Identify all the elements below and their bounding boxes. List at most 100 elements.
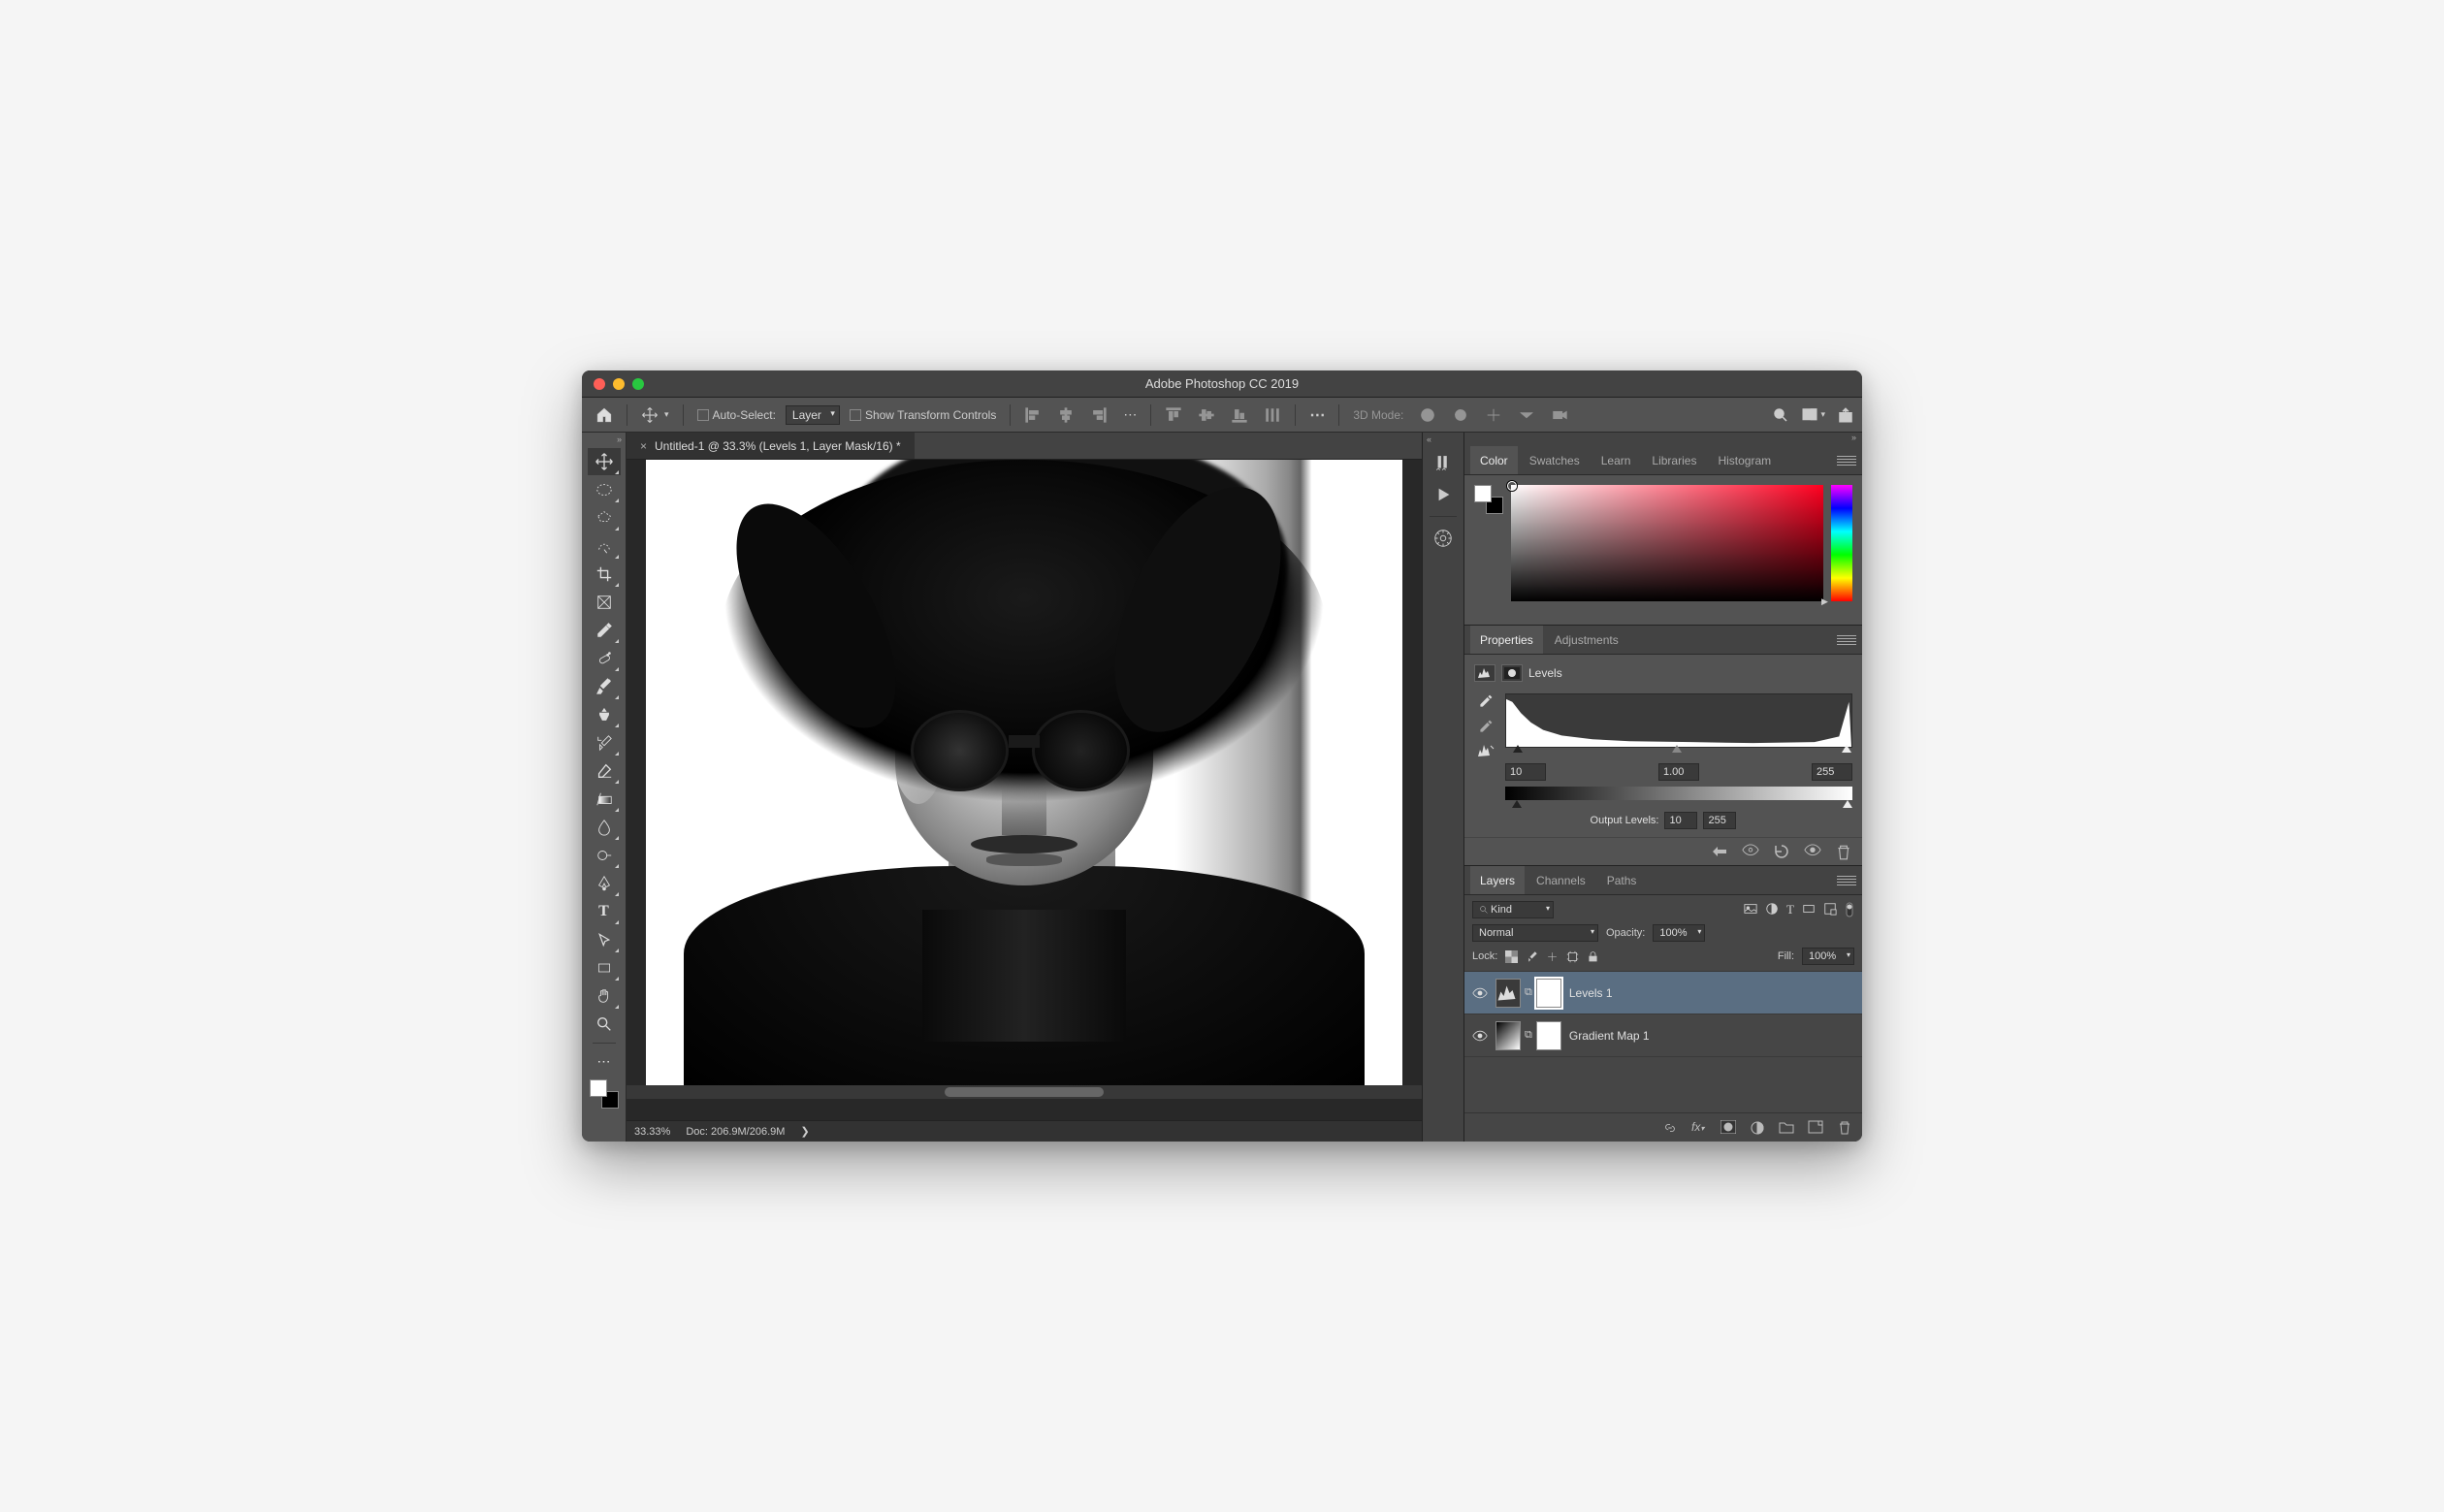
- history-brush-tool[interactable]: [588, 729, 621, 756]
- navigator-wheel-icon[interactable]: [1427, 523, 1460, 554]
- color-panel-menu[interactable]: [1837, 456, 1856, 466]
- output-gradient[interactable]: [1505, 787, 1852, 800]
- play-icon[interactable]: [1427, 479, 1460, 510]
- home-button[interactable]: [590, 406, 619, 424]
- output-white-value[interactable]: 255: [1703, 812, 1736, 829]
- hue-strip[interactable]: [1831, 485, 1852, 601]
- zoom-tool[interactable]: [588, 1011, 621, 1038]
- lasso-tool[interactable]: [588, 504, 621, 531]
- output-black-slider[interactable]: [1512, 800, 1522, 808]
- status-chevron-icon[interactable]: ❯: [800, 1125, 809, 1138]
- quick-select-tool[interactable]: [588, 532, 621, 560]
- auto-select-target[interactable]: Layer: [786, 405, 840, 425]
- 3d-slide-icon[interactable]: [1512, 406, 1541, 424]
- minimize-window[interactable]: [613, 378, 625, 390]
- close-tab-icon[interactable]: ×: [640, 439, 647, 453]
- eraser-tool[interactable]: [588, 757, 621, 785]
- blur-tool[interactable]: [588, 814, 621, 841]
- output-black-value[interactable]: 10: [1664, 812, 1697, 829]
- mid-dock-collapse[interactable]: «: [1423, 434, 1463, 448]
- new-group-icon[interactable]: [1779, 1120, 1794, 1136]
- add-mask-icon[interactable]: [1720, 1120, 1736, 1136]
- show-transform-checkbox[interactable]: Show Transform Controls: [844, 408, 1002, 422]
- dodge-tool[interactable]: [588, 842, 621, 869]
- layer-row[interactable]: ⧉ Levels 1: [1464, 972, 1862, 1014]
- filter-adjustment-icon[interactable]: [1765, 902, 1779, 917]
- horizontal-scrollbar[interactable]: [627, 1085, 1422, 1099]
- tab-channels[interactable]: Channels: [1527, 866, 1595, 894]
- output-white-slider[interactable]: [1843, 800, 1852, 808]
- lock-position-icon[interactable]: [1546, 950, 1559, 963]
- filter-smartobj-icon[interactable]: [1823, 902, 1837, 917]
- input-gamma-value[interactable]: 1.00: [1658, 763, 1699, 781]
- 3d-pan-icon[interactable]: [1479, 406, 1508, 424]
- 3d-camera-icon[interactable]: [1545, 406, 1574, 424]
- lock-image-icon[interactable]: [1526, 950, 1538, 963]
- tab-swatches[interactable]: Swatches: [1520, 446, 1590, 474]
- align-bottom-icon[interactable]: [1225, 406, 1254, 424]
- marquee-tool[interactable]: [588, 476, 621, 503]
- tab-learn[interactable]: Learn: [1592, 446, 1641, 474]
- new-layer-icon[interactable]: [1808, 1120, 1823, 1136]
- mask-link-icon[interactable]: ⧉: [1525, 1029, 1532, 1042]
- layer-name[interactable]: Levels 1: [1569, 986, 1613, 1000]
- mask-link-icon[interactable]: ⧉: [1525, 986, 1532, 999]
- layers-panel-menu[interactable]: [1837, 876, 1856, 885]
- fgbg-swatches[interactable]: [590, 1079, 619, 1109]
- link-layers-icon[interactable]: [1662, 1120, 1678, 1136]
- sample-white-eyedropper-icon[interactable]: [1478, 693, 1494, 709]
- blend-mode-select[interactable]: Normal: [1472, 924, 1598, 942]
- crop-tool[interactable]: [588, 561, 621, 588]
- clip-to-layer-icon[interactable]: [1711, 844, 1728, 859]
- healing-brush-tool[interactable]: [588, 645, 621, 672]
- lock-transparent-icon[interactable]: [1505, 950, 1518, 963]
- histogram[interactable]: [1505, 693, 1852, 748]
- filter-toggle[interactable]: [1845, 902, 1854, 917]
- tools-collapse[interactable]: »: [582, 434, 626, 448]
- distribute-icon[interactable]: [1258, 406, 1287, 424]
- edit-toolbar[interactable]: ⋯: [588, 1047, 621, 1075]
- auto-select-checkbox[interactable]: Auto-Select:: [691, 408, 782, 422]
- filter-pixel-icon[interactable]: [1744, 902, 1757, 917]
- align-more-icon[interactable]: ⋯: [1117, 406, 1142, 423]
- path-select-tool[interactable]: [588, 926, 621, 953]
- adjustment-thumb[interactable]: [1495, 979, 1521, 1008]
- layer-row[interactable]: ⧉ Gradient Map 1: [1464, 1014, 1862, 1057]
- align-left-icon[interactable]: [1018, 406, 1047, 424]
- mask-thumb[interactable]: [1536, 1021, 1561, 1050]
- delete-layer-icon[interactable]: [1837, 1120, 1852, 1136]
- more-options-icon[interactable]: ⋯: [1303, 405, 1331, 425]
- doc-size[interactable]: Doc: 206.9M/206.9M: [686, 1126, 785, 1138]
- tab-paths[interactable]: Paths: [1597, 866, 1647, 894]
- align-top-icon[interactable]: [1159, 406, 1188, 424]
- input-white-slider[interactable]: [1842, 745, 1851, 753]
- document-tab[interactable]: × Untitled-1 @ 33.3% (Levels 1, Layer Ma…: [627, 433, 915, 459]
- rectangle-tool[interactable]: [588, 954, 621, 981]
- tab-layers[interactable]: Layers: [1470, 866, 1525, 894]
- 3d-roll-icon[interactable]: [1446, 406, 1475, 424]
- layer-visibility-icon[interactable]: [1472, 1030, 1488, 1042]
- canvas[interactable]: [646, 460, 1402, 1085]
- adjustment-thumb[interactable]: [1495, 1021, 1521, 1050]
- align-vcenter-icon[interactable]: [1192, 406, 1221, 424]
- workspace-switcher[interactable]: ▾: [1801, 406, 1825, 424]
- layer-name[interactable]: Gradient Map 1: [1569, 1029, 1650, 1043]
- preview-eye-icon[interactable]: [1804, 844, 1821, 859]
- foreground-color-swatch[interactable]: [590, 1079, 607, 1097]
- filter-type-icon[interactable]: T: [1786, 902, 1794, 917]
- move-tool[interactable]: [588, 448, 621, 475]
- right-collapse[interactable]: »: [1464, 433, 1862, 446]
- layer-visibility-icon[interactable]: [1472, 987, 1488, 999]
- zoom-level[interactable]: 33.33%: [634, 1126, 670, 1138]
- search-icon[interactable]: [1772, 406, 1789, 424]
- lock-artboard-icon[interactable]: [1566, 950, 1579, 963]
- brush-tool[interactable]: [588, 673, 621, 700]
- properties-panel-menu[interactable]: [1837, 635, 1856, 645]
- pen-tool[interactable]: [588, 870, 621, 897]
- clone-stamp-tool[interactable]: [588, 701, 621, 728]
- align-right-icon[interactable]: [1084, 406, 1113, 424]
- tab-properties[interactable]: Properties: [1470, 626, 1543, 654]
- brush-settings-icon[interactable]: [1427, 448, 1460, 479]
- input-black-slider[interactable]: [1513, 745, 1523, 753]
- hand-tool[interactable]: [588, 982, 621, 1010]
